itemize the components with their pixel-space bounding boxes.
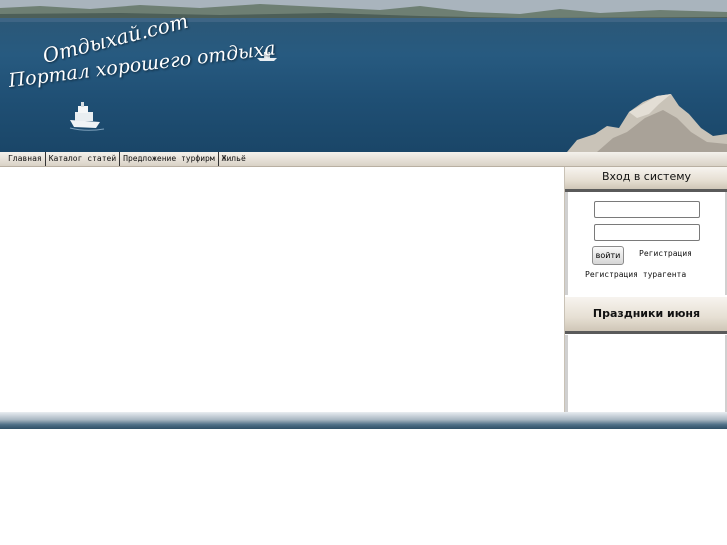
register-link[interactable]: Регистрация	[639, 249, 692, 258]
header-banner: Отдыхай.com Портал хорошего отдыха	[0, 0, 727, 152]
rock-cliff-image	[567, 94, 727, 152]
nav-link-housing[interactable]: Жильё	[219, 152, 249, 166]
password-input[interactable]	[594, 224, 700, 241]
nav-link-home[interactable]: Главная	[0, 152, 46, 166]
top-navigation: Главная Каталог статей Предложение турфи…	[0, 152, 727, 167]
coastline-image	[0, 0, 727, 22]
holidays-panel-divider	[565, 331, 727, 334]
holidays-panel-body	[565, 335, 727, 412]
ferry-boat-image	[69, 102, 105, 131]
nav-link-tour-offers[interactable]: Предложение турфирм	[120, 152, 219, 166]
login-panel-title: Вход в систему	[565, 167, 727, 189]
username-input[interactable]	[594, 201, 700, 218]
holidays-panel-title: Праздники июня	[565, 297, 727, 331]
nav-link-articles-catalog[interactable]: Каталог статей	[46, 152, 121, 166]
agent-register-link[interactable]: Регистрация турагента	[585, 270, 686, 279]
login-button[interactable]: войти	[592, 246, 624, 265]
login-form: войти Регистрация Регистрация турагента	[565, 192, 727, 295]
footer-bar	[0, 412, 727, 429]
main-content-area	[0, 167, 564, 412]
right-sidebar: Вход в систему войти Регистрация Регистр…	[564, 167, 727, 412]
